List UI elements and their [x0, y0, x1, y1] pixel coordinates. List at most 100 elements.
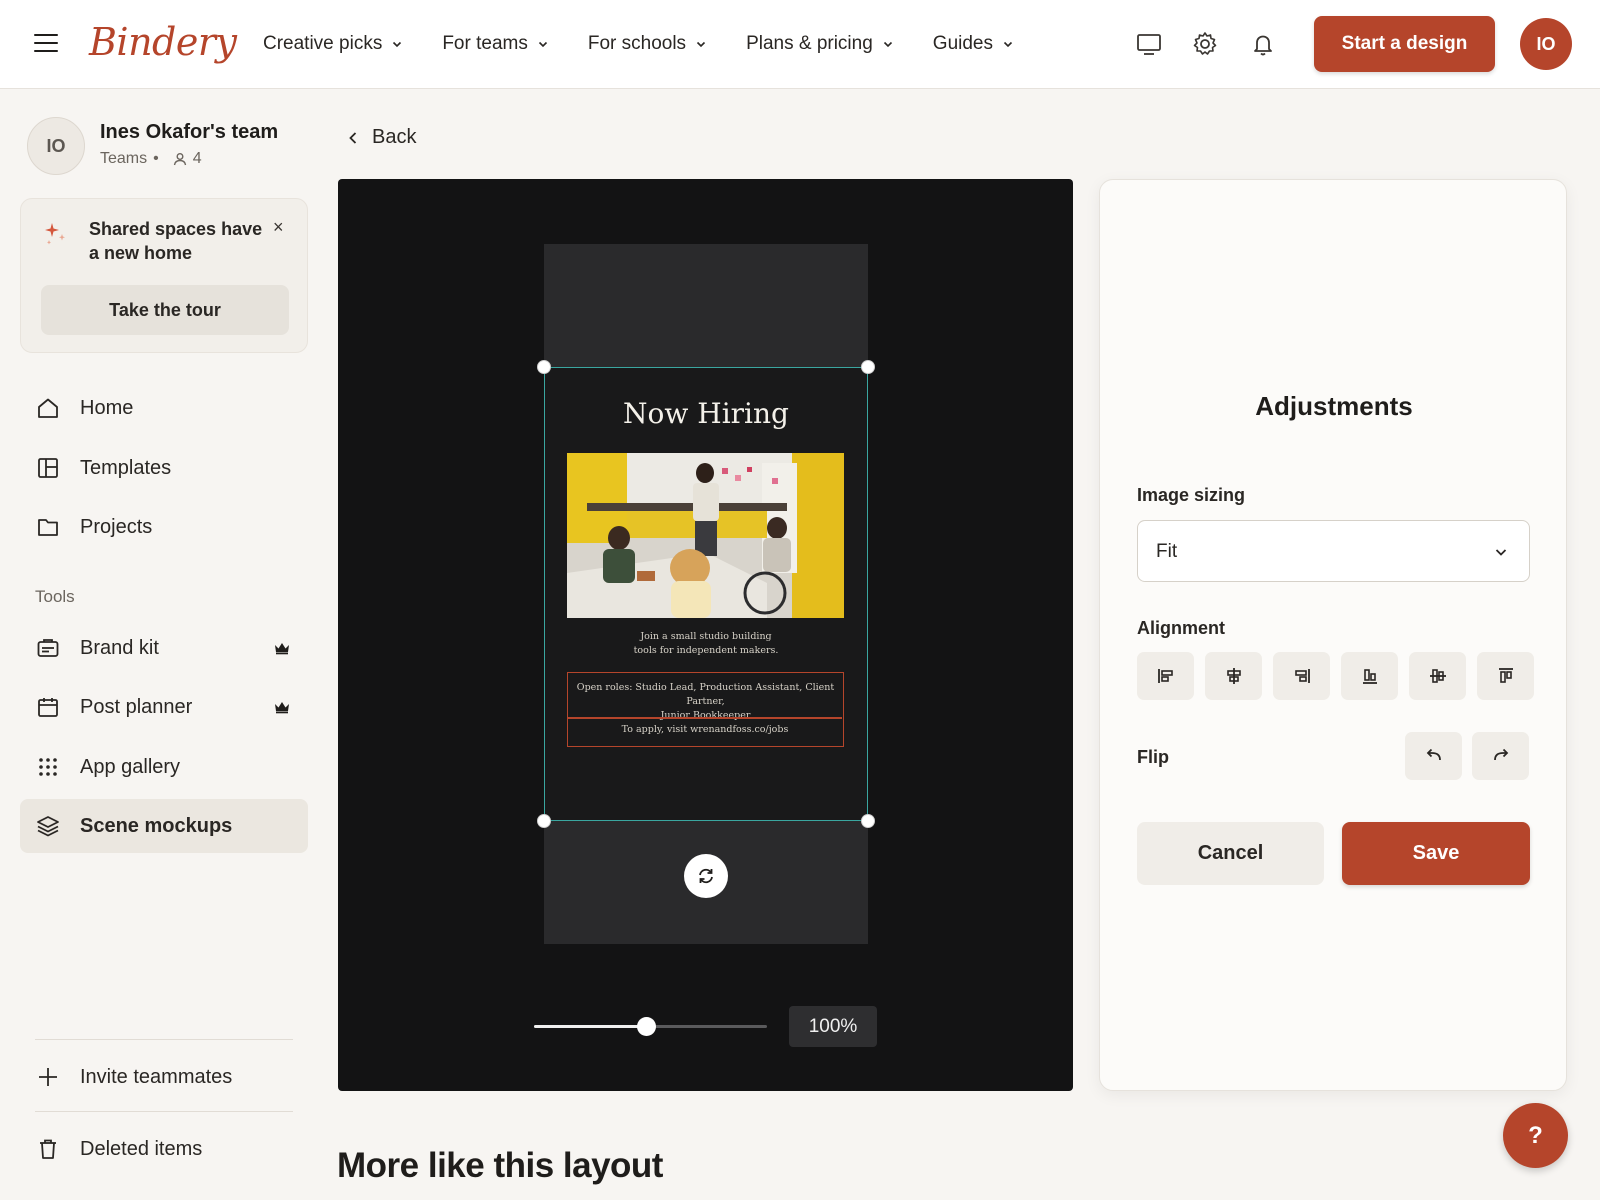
nav-label: For schools [587, 33, 687, 54]
cancel-button[interactable]: Cancel [1137, 822, 1324, 885]
image-sizing-value: Fit [1156, 541, 1178, 562]
separator-dot: • [153, 150, 159, 167]
alignment-label: Alignment [1137, 618, 1225, 638]
resize-handle-top-right[interactable] [861, 360, 875, 374]
align-right-icon [1294, 669, 1310, 683]
nav-for-teams[interactable]: For teams [442, 30, 548, 58]
back-link[interactable]: Back [348, 126, 416, 149]
grid-icon [39, 758, 57, 776]
sparkle-icon [45, 223, 65, 245]
nav-creative-picks[interactable]: Creative picks [263, 30, 402, 58]
team-type: Teams [100, 150, 148, 167]
nav-plans-pricing[interactable]: Plans & pricing [746, 30, 893, 58]
trash-icon [40, 1139, 56, 1159]
align-bottom-button[interactable] [1341, 652, 1398, 700]
take-tour-button[interactable]: Take the tour [41, 285, 289, 335]
top-bar: Bindery Creative picks For teams For sch… [0, 0, 1600, 89]
chevron-left-icon [349, 131, 357, 144]
sidebar-item-label: Deleted items [80, 1137, 203, 1160]
nav-label: Guides [932, 33, 993, 54]
align-left-button[interactable] [1137, 652, 1194, 700]
sidebar-item-brand-kit[interactable]: Brand kit [20, 621, 308, 675]
image-sizing-select[interactable]: Fit [1137, 520, 1530, 582]
crown-icon [275, 643, 289, 655]
sidebar-item-templates[interactable]: Templates [20, 441, 308, 495]
align-top-icon [1498, 668, 1513, 683]
alignment-buttons [1137, 652, 1534, 700]
mockup-canvas[interactable]: Now Hiring Join a small studio building [338, 179, 1073, 1091]
align-center-h-button[interactable] [1205, 652, 1262, 700]
tools-section-label: Tools [35, 587, 75, 606]
sidebar-item-label: Projects [80, 515, 153, 538]
flip-left-button[interactable] [1405, 732, 1462, 780]
sidebar-item-projects[interactable]: Projects [20, 500, 308, 554]
sidebar-item-label: Scene mockups [80, 814, 233, 837]
start-design-button[interactable]: Start a design [1314, 16, 1495, 72]
align-left-icon [1157, 669, 1173, 683]
folder-icon [38, 519, 58, 536]
main-nav: Creative picks For teams For schools Pla… [263, 30, 1053, 58]
sidebar-item-app-gallery[interactable]: App gallery [20, 740, 308, 794]
chevron-down-icon [696, 41, 706, 48]
user-avatar[interactable]: IO [1520, 18, 1572, 70]
chevron-down-icon [393, 41, 402, 48]
calendar-icon [38, 698, 58, 717]
align-right-button[interactable] [1273, 652, 1330, 700]
align-bottom-icon [1362, 669, 1377, 684]
sidebar-item-scene-mockups[interactable]: Scene mockups [20, 799, 308, 853]
sidebar-item-home[interactable]: Home [20, 381, 308, 435]
nav-label: Plans & pricing [746, 33, 873, 54]
gear-icon[interactable] [1191, 30, 1219, 58]
sidebar-item-label: Brand kit [80, 636, 159, 659]
replace-image-button[interactable] [684, 854, 728, 898]
zoom-slider[interactable] [534, 1017, 767, 1036]
chevron-down-icon [883, 41, 892, 48]
nav-label: Creative picks [263, 33, 383, 54]
menu-icon[interactable] [34, 34, 58, 54]
help-button[interactable]: ? [1503, 1103, 1568, 1168]
templates-icon [38, 458, 58, 478]
selection-box[interactable] [544, 367, 868, 821]
member-icon [173, 153, 186, 166]
sidebar-divider [35, 1039, 293, 1040]
team-meta: Teams • 4 [100, 150, 202, 168]
adjustments-panel: Adjustments Image sizing Fit Alignment F… [1099, 179, 1567, 1091]
zoom-slider-thumb[interactable] [636, 1017, 656, 1036]
flip-right-button[interactable] [1472, 732, 1529, 780]
sidebar-item-label: Templates [80, 456, 172, 479]
align-middle-v-icon [1429, 669, 1446, 683]
sidebar-item-post-planner[interactable]: Post planner [20, 680, 308, 734]
sidebar-item-label: Home [80, 396, 134, 419]
flip-label: Flip [1137, 747, 1169, 767]
sidebar-item-label: App gallery [80, 755, 181, 778]
monitor-icon[interactable] [1135, 30, 1163, 58]
save-button[interactable]: Save [1342, 822, 1530, 885]
promo-card: Shared spaces have a new home × Take the… [20, 198, 308, 353]
sidebar-item-invite[interactable]: Invite teammates [20, 1050, 308, 1104]
image-sizing-label: Image sizing [1137, 485, 1246, 505]
nav-label: For teams [442, 33, 528, 54]
brand-logo[interactable]: Bindery [89, 20, 237, 64]
zoom-slider-fill [534, 1025, 646, 1028]
nav-guides[interactable]: Guides [933, 30, 1013, 58]
team-name[interactable]: Ines Okafor's team [100, 121, 278, 144]
close-icon[interactable]: × [273, 217, 284, 238]
chevron-down-icon [1003, 41, 1013, 48]
chevron-down-icon [1495, 549, 1507, 556]
resize-handle-bottom-left[interactable] [537, 814, 551, 828]
resize-handle-top-left[interactable] [537, 360, 551, 374]
sidebar-divider [35, 1111, 293, 1112]
bell-icon[interactable] [1249, 30, 1277, 58]
team-avatar[interactable]: IO [27, 117, 85, 175]
refresh-icon [699, 868, 713, 884]
resize-handle-bottom-right[interactable] [861, 814, 875, 828]
align-middle-v-button[interactable] [1409, 652, 1466, 700]
nav-for-schools[interactable]: For schools [588, 30, 706, 58]
align-top-button[interactable] [1477, 652, 1534, 700]
flip-right-icon [1493, 748, 1508, 761]
panel-title: Adjustments [1255, 391, 1413, 421]
sidebar-item-deleted[interactable]: Deleted items [20, 1122, 308, 1176]
member-count: 4 [192, 150, 202, 167]
align-center-h-icon [1226, 668, 1241, 684]
sidebar-item-label: Invite teammates [80, 1065, 233, 1088]
